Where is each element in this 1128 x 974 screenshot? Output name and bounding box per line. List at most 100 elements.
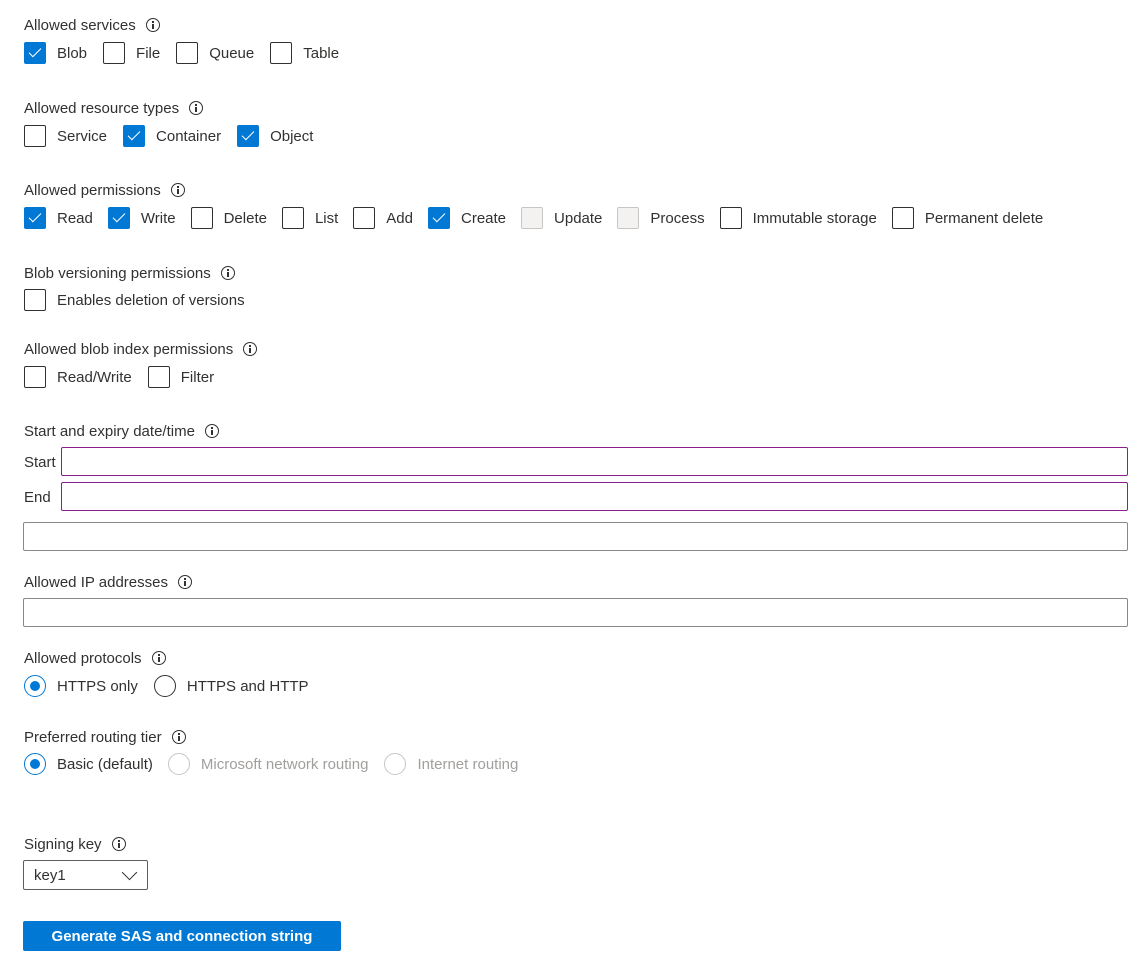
checkbox-create-box[interactable] <box>428 207 450 229</box>
checkbox-table[interactable]: Table <box>270 42 339 64</box>
checkbox-file[interactable]: File <box>103 42 160 64</box>
ip-header: Allowed IP addresses <box>24 572 192 592</box>
checkbox-read-write-label: Read/Write <box>57 368 132 386</box>
checkbox-filter[interactable]: Filter <box>147 366 215 388</box>
checkbox-queue[interactable]: Queue <box>176 42 254 64</box>
resource-types-group: Service Container Object <box>24 125 313 147</box>
checkbox-list-box[interactable] <box>281 207 304 229</box>
datetime-header: Start and expiry date/time <box>24 421 219 441</box>
start-label: Start <box>24 453 56 471</box>
versioning-group: Enables deletion of versions <box>24 289 245 311</box>
info-icon[interactable] <box>204 424 219 438</box>
checkbox-container[interactable]: Container <box>123 125 221 147</box>
checkbox-permanent-delete-label: Permanent delete <box>924 209 1044 227</box>
ip-address-input[interactable] <box>23 598 1128 627</box>
checkbox-container-box[interactable] <box>123 125 146 147</box>
radio-internet-routing-circle[interactable] <box>384 753 407 775</box>
routing-label: Preferred routing tier <box>24 728 162 746</box>
permissions-header: Allowed permissions <box>24 180 185 200</box>
radio-https-only-circle[interactable] <box>24 675 46 697</box>
radio-https-only-label: HTTPS only <box>57 677 138 695</box>
checkbox-blob[interactable]: Blob <box>24 42 87 64</box>
radio-https-and-http[interactable]: HTTPS and HTTP <box>153 675 309 697</box>
checkbox-list-label: List <box>314 209 339 227</box>
checkbox-queue-box[interactable] <box>176 42 199 64</box>
timezone-input[interactable] <box>23 522 1128 551</box>
chevron-down-icon <box>121 864 138 881</box>
checkbox-table-box[interactable] <box>270 42 293 64</box>
checkbox-add[interactable]: Add <box>353 207 413 229</box>
checkbox-read-write-box[interactable] <box>24 366 46 388</box>
checkbox-object-box[interactable] <box>237 125 260 147</box>
checkbox-immutable-storage-label: Immutable storage <box>752 209 877 227</box>
info-icon[interactable] <box>243 342 258 356</box>
checkbox-delete[interactable]: Delete <box>190 207 267 229</box>
radio-microsoft-network-routing[interactable]: Microsoft network routing <box>167 753 369 775</box>
radio-basic-default-circle[interactable] <box>24 753 46 775</box>
checkbox-immutable-storage[interactable]: Immutable storage <box>719 207 877 229</box>
info-icon[interactable] <box>177 575 192 589</box>
blob-index-header: Allowed blob index permissions <box>24 339 258 359</box>
checkbox-delete-box[interactable] <box>190 207 213 229</box>
info-icon[interactable] <box>145 18 160 32</box>
checkbox-create-label: Create <box>461 209 507 227</box>
radio-https-and-http-circle[interactable] <box>153 675 176 697</box>
checkbox-update[interactable]: Update <box>521 207 602 229</box>
checkbox-table-label: Table <box>303 44 340 62</box>
checkbox-permanent-delete-box[interactable] <box>891 207 914 229</box>
checkbox-blob-box[interactable] <box>24 42 46 64</box>
generate-sas-button[interactable]: Generate SAS and connection string <box>23 921 341 951</box>
checkbox-update-box[interactable] <box>521 207 544 229</box>
checkbox-read-box[interactable] <box>24 207 46 229</box>
checkbox-filter-label: Filter <box>180 368 215 386</box>
permissions-group: Read Write Delete List Add Create Update… <box>24 207 1043 229</box>
checkbox-enable-version-deletion[interactable]: Enables deletion of versions <box>24 289 245 311</box>
blob-index-label: Allowed blob index permissions <box>24 340 234 358</box>
radio-basic-default-label: Basic (default) <box>57 755 153 773</box>
checkbox-list[interactable]: List <box>281 207 339 229</box>
checkbox-process[interactable]: Process <box>617 207 705 229</box>
checkbox-read[interactable]: Read <box>24 207 93 229</box>
checkbox-write-label: Write <box>140 209 176 227</box>
checkbox-add-label: Add <box>386 209 413 227</box>
signing-key-dropdown[interactable]: key1 <box>23 860 148 890</box>
versioning-header: Blob versioning permissions <box>24 263 235 283</box>
checkbox-permanent-delete[interactable]: Permanent delete <box>891 207 1044 229</box>
radio-microsoft-network-routing-label: Microsoft network routing <box>200 755 369 773</box>
checkbox-immutable-storage-box[interactable] <box>719 207 742 229</box>
info-icon[interactable] <box>170 183 185 197</box>
radio-https-only[interactable]: HTTPS only <box>24 675 138 697</box>
info-icon[interactable] <box>151 651 166 665</box>
radio-basic-default[interactable]: Basic (default) <box>24 753 153 775</box>
checkbox-add-box[interactable] <box>353 207 376 229</box>
end-datetime-input[interactable] <box>61 482 1128 511</box>
ip-label: Allowed IP addresses <box>24 573 168 591</box>
checkbox-filter-box[interactable] <box>147 366 170 388</box>
end-label: End <box>24 488 51 506</box>
checkbox-file-label: File <box>136 44 161 62</box>
checkbox-enable-version-deletion-box[interactable] <box>24 289 46 311</box>
checkbox-service-label: Service <box>57 127 108 145</box>
checkbox-file-box[interactable] <box>103 42 126 64</box>
blob-index-group: Read/Write Filter <box>24 366 214 388</box>
info-icon[interactable] <box>111 837 126 851</box>
checkbox-write[interactable]: Write <box>107 207 176 229</box>
checkbox-service-box[interactable] <box>24 125 46 147</box>
checkbox-service[interactable]: Service <box>24 125 107 147</box>
permissions-label: Allowed permissions <box>24 181 161 199</box>
checkbox-write-box[interactable] <box>107 207 130 229</box>
checkbox-enable-version-deletion-label: Enables deletion of versions <box>57 291 245 309</box>
signing-key-header: Signing key <box>24 834 126 854</box>
radio-microsoft-network-routing-circle[interactable] <box>167 753 190 775</box>
info-icon[interactable] <box>171 730 186 744</box>
protocols-label: Allowed protocols <box>24 649 142 667</box>
checkbox-read-write[interactable]: Read/Write <box>24 366 132 388</box>
versioning-label: Blob versioning permissions <box>24 264 211 282</box>
start-datetime-input[interactable] <box>61 447 1128 476</box>
info-icon[interactable] <box>220 266 235 280</box>
checkbox-object[interactable]: Object <box>237 125 313 147</box>
checkbox-process-box[interactable] <box>617 207 640 229</box>
info-icon[interactable] <box>189 101 204 115</box>
radio-internet-routing[interactable]: Internet routing <box>384 753 518 775</box>
checkbox-create[interactable]: Create <box>428 207 506 229</box>
